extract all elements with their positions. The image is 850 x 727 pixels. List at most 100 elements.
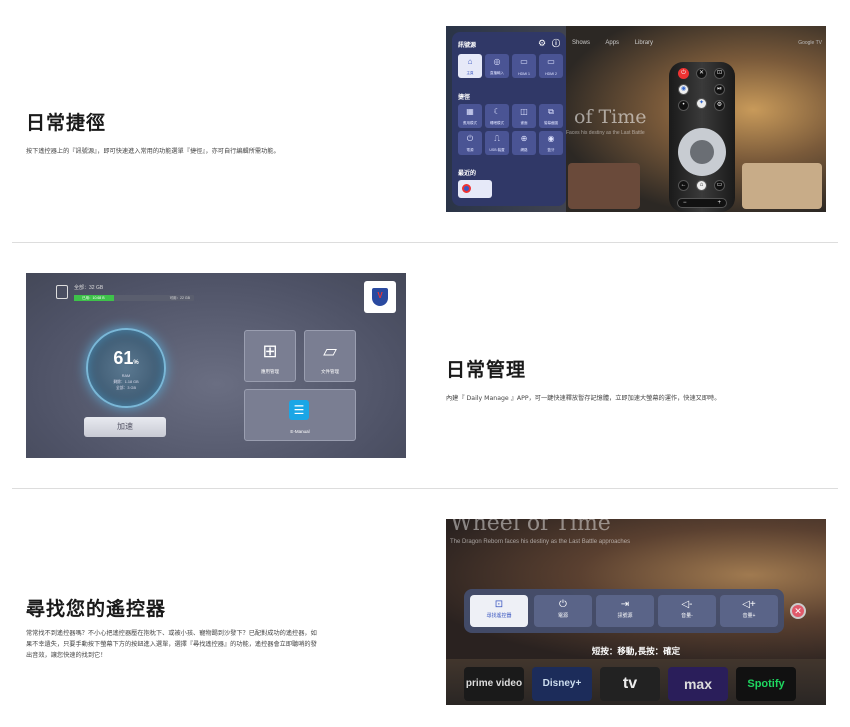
section-title-shortcuts: 日常捷徑	[26, 112, 107, 134]
nav-shows[interactable]: Shows	[572, 40, 590, 46]
tile-label: USB 裝置	[489, 148, 505, 152]
user-icon: •	[678, 100, 689, 111]
button-label: 電源	[557, 613, 568, 619]
ram-gauge: 61% RAM 剩餘：1.18 GB 全部：3 GB	[86, 328, 166, 408]
volume-down-button[interactable]: ◁- 音量-	[658, 595, 716, 627]
file-manager-tile[interactable]: ▱ 文件管理	[304, 330, 356, 382]
tile-label: 主頁	[466, 71, 474, 75]
bluetooth-icon: ◉	[547, 134, 555, 143]
tile-label: 畫面	[520, 121, 528, 125]
app-manager-tile[interactable]: ⊞ 應用管理	[244, 330, 296, 382]
tile-label: 直播輸入	[490, 71, 504, 75]
hero-subtitle: Faces his destiny as the Last Battle	[566, 130, 645, 136]
mute-icon: ✕	[696, 68, 707, 79]
tile-label: 應用管理	[261, 369, 279, 374]
dpad-icon	[678, 128, 726, 176]
nav-apps[interactable]: Apps	[605, 40, 619, 46]
find-remote-button[interactable]: ⊡ 尋找遙控器	[470, 595, 528, 627]
hint-text: 短按：移動,長按：確定	[591, 647, 681, 657]
tile-label: 睡眠模式	[490, 121, 504, 125]
hero-title: Wheel of Time	[450, 519, 611, 536]
minus-icon: −	[683, 200, 687, 206]
emanual-tile[interactable]: ☰ E-Manual	[244, 389, 356, 441]
app-disney-plus[interactable]: Disney+	[532, 667, 592, 701]
power-button[interactable]: ⏻ 電源	[534, 595, 592, 627]
shortcut-sleep[interactable]: ☾ 睡眠模式	[485, 104, 509, 128]
shortcut-picture[interactable]: ◫ 畫面	[512, 104, 536, 128]
grid-icon: ⊞	[262, 341, 278, 361]
app-prime-video[interactable]: prime video	[464, 667, 524, 701]
accelerate-button[interactable]: 加速	[84, 417, 166, 437]
daily-manage-screenshot: 全部：32 GB 已用：10.68 B 可用：22 GB V 61% RAM 剩…	[26, 273, 406, 458]
tile-label: 藍牙	[547, 148, 555, 152]
source-hdmi1[interactable]: ▭ HDMI 1	[512, 54, 536, 78]
assistant-icon: ✦	[696, 98, 707, 109]
screenshot-icon: ⧉	[548, 107, 554, 116]
recent-title: 最近的	[458, 171, 477, 177]
play-pause-icon: ⏯	[714, 84, 725, 95]
storage-used: 已用：10.68 B	[82, 296, 105, 300]
plus-icon: +	[717, 200, 721, 206]
power-icon: ⏻	[466, 134, 474, 143]
picture-icon: ◫	[520, 107, 528, 116]
moon-icon: ☾	[493, 107, 501, 116]
tile-label: HDMI 1	[518, 72, 530, 76]
info-icon[interactable]: ⓘ	[552, 38, 560, 49]
app-logo: V	[364, 281, 396, 313]
app-icon	[462, 184, 471, 193]
app-max[interactable]: max	[668, 667, 728, 701]
gear-icon[interactable]: ⚙	[538, 38, 546, 49]
hdmi-icon: ▭	[547, 57, 555, 66]
live-icon: ◎	[493, 57, 501, 66]
usb-icon: ⎍	[494, 134, 500, 143]
shortcut-screenshot[interactable]: ⧉ 螢幕截圖	[539, 104, 563, 128]
find-remote-icon: ⊡	[494, 599, 504, 610]
remote-control-image: ⏻ ✕ ⊡ ◉ ⏯ • ✦ ⚙ ← ⌂ ▭ − +	[669, 62, 735, 212]
power-icon: ⏻	[559, 599, 567, 610]
storage-icon	[56, 285, 68, 299]
tv-icon: ▭	[714, 180, 725, 191]
recent-item[interactable]	[458, 180, 492, 198]
content-card[interactable]	[742, 163, 822, 209]
content-card[interactable]	[568, 163, 640, 209]
shield-icon: V	[372, 288, 388, 306]
ram-percent: 61	[113, 348, 134, 368]
volume-up-icon: ◁+	[742, 599, 756, 610]
source-panel: 訊號源 ⚙ ⓘ ⌂ 主頁 ◎ 直播輸入 ▭ HDMI 1 ▭ HDMI 2 捷徑 ▦ 應用…	[452, 32, 566, 206]
button-label: 音量+	[742, 613, 756, 619]
shortcut-usb[interactable]: ⎍ USB 裝置	[485, 131, 509, 155]
source-title: 訊號源	[458, 43, 477, 49]
tile-label: HDMI 2	[545, 72, 557, 76]
shortcut-bluetooth[interactable]: ◉ 藍牙	[539, 131, 563, 155]
input-source-button[interactable]: ⇥ 訊號源	[596, 595, 654, 627]
source-live-input[interactable]: ◎ 直播輸入	[485, 54, 509, 78]
hdmi-icon: ▭	[520, 57, 528, 66]
app-spotify[interactable]: Spotify	[736, 667, 796, 701]
section-desc-manage: 內建『 Daily Manage 』APP，可一鍵快速釋放暫存記憶體，立即加速大…	[446, 395, 721, 402]
ram-label: RAM	[121, 374, 131, 378]
ram-free: 剩餘：1.18 GB	[113, 380, 139, 384]
storage-bar: 已用：10.68 B 可用：22 GB	[74, 295, 194, 301]
button-label: 音量-	[681, 613, 693, 619]
section-title-manage: 日常管理	[446, 359, 527, 381]
button-label: 尋找遙控器	[486, 613, 512, 619]
google-tv-label: Google TV	[798, 40, 822, 46]
divider	[12, 242, 838, 243]
shortcut-network[interactable]: ⊕ 網路	[512, 131, 536, 155]
volume-rocker: − +	[677, 198, 727, 208]
close-icon[interactable]: ✕	[790, 603, 806, 619]
hero-title: of Time	[574, 106, 647, 128]
source-hdmi2[interactable]: ▭ HDMI 2	[539, 54, 563, 78]
input-icon: ⇥	[620, 599, 630, 610]
tile-label: 應用模式	[463, 121, 477, 125]
nav-library[interactable]: Library	[635, 40, 653, 46]
shortcut-screenshot: Shows Apps Library Google TV of Time Fac…	[446, 26, 826, 212]
source-home[interactable]: ⌂ 主頁	[458, 54, 482, 78]
app-apple-tv[interactable]: tv	[600, 667, 660, 701]
globe-icon: ⊕	[520, 134, 528, 143]
tile-label: E-Manual	[290, 429, 310, 434]
shortcut-power[interactable]: ⏻ 電源	[458, 131, 482, 155]
volume-up-button[interactable]: ◁+ 音量+	[720, 595, 778, 627]
shortcut-app-mode[interactable]: ▦ 應用模式	[458, 104, 482, 128]
desc-line: 出音效，讓您快速的找到它！	[26, 652, 107, 659]
